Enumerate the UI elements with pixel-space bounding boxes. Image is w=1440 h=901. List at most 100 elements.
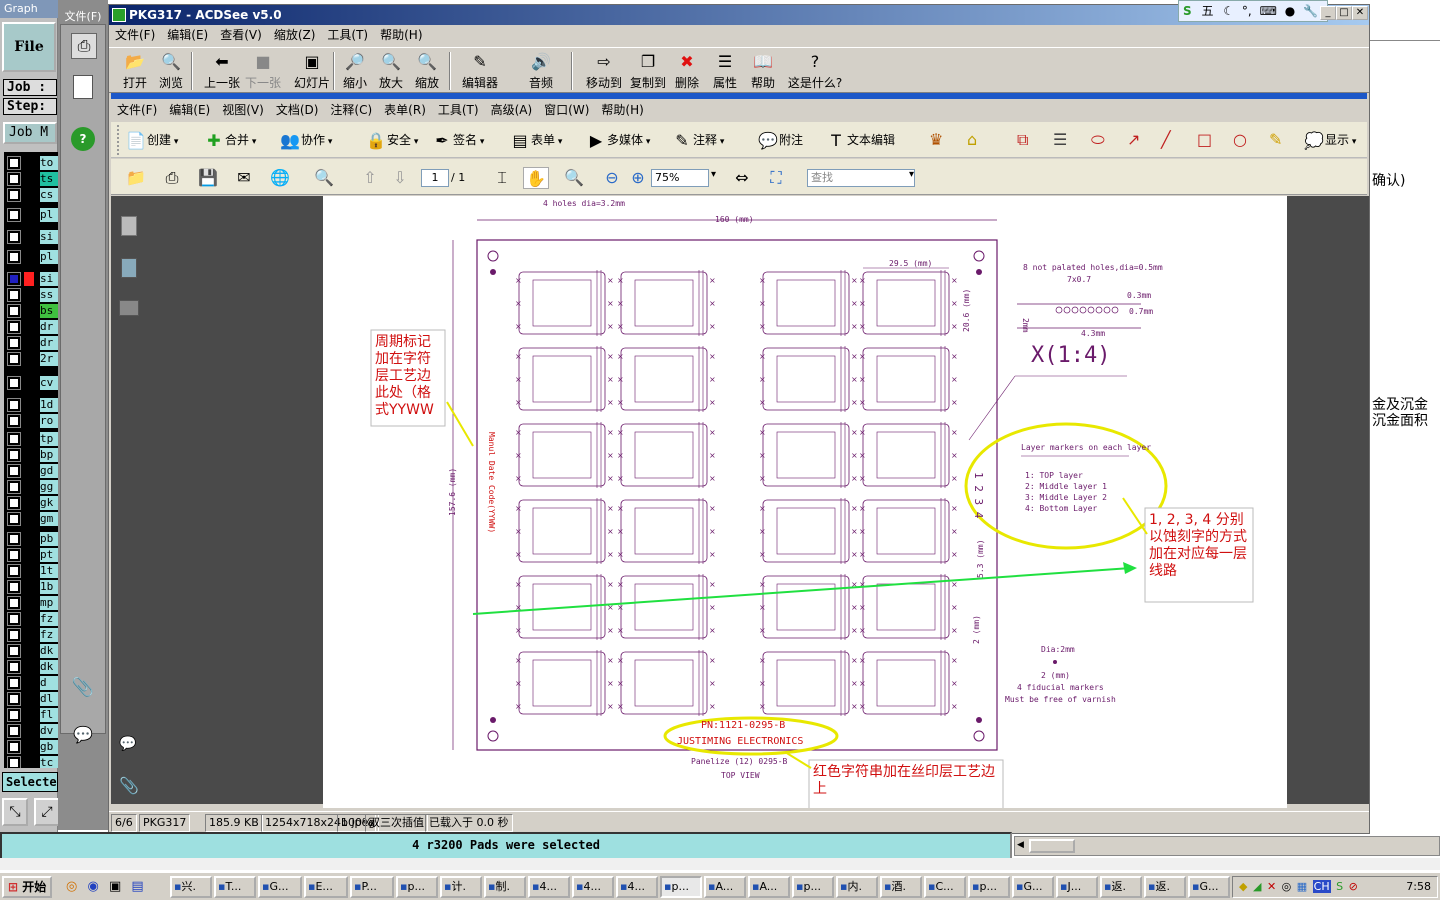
layer-checkbox[interactable] [7,336,21,350]
search-doc-icon[interactable]: 🔍 [311,167,337,189]
combine-tool-button[interactable]: ✚ 合并 ▾ [203,128,256,152]
select-text-icon[interactable]: ⌶ [489,167,515,189]
whats-this-button[interactable]: ? 这是什么? [785,50,845,92]
editor-button[interactable]: ✎ 编辑器 [457,50,503,92]
acdsee-menu-item[interactable]: 文件(F) [115,28,155,42]
textbox-icon[interactable]: ☰ [1053,128,1067,152]
quick-launch-icon[interactable]: ▤ [131,879,143,894]
next-page-icon[interactable]: ⇩ [387,167,413,189]
taskbar-button[interactable]: ▪4... [572,876,614,898]
next-button[interactable]: ■ 下一张 [245,50,281,92]
layer-checkbox[interactable] [7,288,21,302]
cad-file-button[interactable]: File [2,22,56,72]
cad-layer-row[interactable]: tc [6,756,58,768]
taskbar-button[interactable]: ▪制. [484,876,526,898]
taskbar-button[interactable]: ▪T... [214,876,256,898]
attachments-paperclip-icon[interactable]: 📎 [119,776,141,796]
taskbar-button[interactable]: ▪p... [660,876,702,898]
cad-measure-tool-icon[interactable]: ⤢ [34,798,60,826]
chevron-down-icon[interactable]: ▾ [325,137,333,147]
comment-tool-button[interactable]: ✎ 注释 ▾ [671,128,724,152]
show-tool-button[interactable]: 💭显示 ▾ [1303,128,1356,152]
layer-checkbox[interactable] [7,644,21,658]
cad-layer-row[interactable]: fz [6,628,58,642]
cad-layer-row[interactable]: gg [6,480,58,494]
text-edit-tool-button[interactable]: T 文本编辑 [825,128,895,152]
oval-icon[interactable]: ○ [1233,128,1247,152]
minimize-button[interactable]: _ [1320,6,1336,20]
acdsee-menu-item[interactable]: 编辑(E) [167,28,208,42]
reader-menu-item[interactable]: 编辑(E) [169,103,210,117]
chevron-down-icon[interactable]: ▾ [1349,137,1357,147]
slideshow-button[interactable]: ▣ 幻灯片 [289,50,335,92]
layer-checkbox[interactable] [7,496,21,510]
chevron-down-icon[interactable]: ▾ [249,137,257,147]
chevron-down-icon[interactable]: ▾ [411,137,419,147]
scrollbar-thumb[interactable] [1029,839,1075,853]
taskbar-button[interactable]: ▪兴. [170,876,212,898]
layer-checkbox[interactable] [7,414,21,428]
line-icon[interactable]: ╱ [1161,128,1171,152]
wrench-icon[interactable]: 🔧 [1303,4,1318,18]
layer-checkbox[interactable] [7,432,21,446]
layer-checkbox[interactable] [7,398,21,412]
multimedia-tool-button[interactable]: ▶ 多媒体 ▾ [585,128,651,152]
help-circle-icon[interactable]: ? [71,127,95,151]
taskbar-button[interactable]: ▪p... [396,876,438,898]
cad-layer-row[interactable]: d [6,676,58,690]
cad-layer-row[interactable]: cv [6,376,58,390]
hand-tool-icon[interactable]: ✋ [523,167,549,189]
taskbar-button[interactable]: ▪A... [704,876,746,898]
taskbar-button[interactable]: ▪酒. [880,876,922,898]
layer-checkbox[interactable] [7,692,21,706]
acdsee-menu-item[interactable]: 帮助(H) [380,28,422,42]
tray-icon[interactable]: ⊘ [1349,880,1358,893]
layer-checkbox[interactable] [7,532,21,546]
taskbar-button[interactable]: ▪J... [1056,876,1098,898]
form-tool-button[interactable]: ▤ 表单 ▾ [509,128,562,152]
taskbar-button[interactable]: ▪内. [836,876,878,898]
comments-panel-icon[interactable]: 💬 [119,736,141,754]
page-icon[interactable] [73,75,93,99]
zoom-button[interactable]: 🔍 缩放 [409,50,445,92]
zoom-tool-icon[interactable]: 🔍 [561,167,587,189]
reader-menu-item[interactable]: 高级(A) [491,103,533,117]
note-tool-button[interactable]: 💬附注 [757,128,803,152]
reader-menu-item[interactable]: 文档(D) [276,103,319,117]
layer-checkbox[interactable] [7,756,21,768]
cloud-icon[interactable]: ⬭ [1091,128,1105,152]
taskbar-button[interactable]: ▪4... [528,876,570,898]
tray-icon[interactable]: ◢ [1253,880,1261,893]
highlight-icon[interactable]: ⌂ [967,128,977,152]
folder-open-button[interactable]: 📂 打开 [117,50,153,92]
layer-checkbox[interactable] [7,448,21,462]
layer-checkbox[interactable] [7,172,21,186]
zoom-level-select[interactable]: 75% [651,169,709,187]
language-indicator[interactable]: CH [1312,880,1331,893]
layer-checkbox[interactable] [7,188,21,202]
ime-toolbar[interactable]: S 五 ☾ °, ⌨ ● 🔧 [1178,0,1328,22]
cad-layer-row[interactable]: 1b [6,580,58,594]
arrow-icon[interactable]: ↗ [1127,128,1140,152]
layer-checkbox[interactable] [7,612,21,626]
web-icon[interactable]: 🌐 [267,167,293,189]
cad-layer-row[interactable]: bp [6,448,58,462]
layer-checkbox[interactable] [7,708,21,722]
page-number-input[interactable]: 1 [421,169,449,187]
chevron-down-icon[interactable]: ▾ [909,169,914,180]
layer-checkbox[interactable] [7,464,21,478]
cad-layer-row[interactable]: bs [6,304,58,318]
callout-icon[interactable]: ⧉ [1017,128,1028,152]
scroll-left-icon[interactable]: ◀ [1017,840,1024,850]
layer-checkbox[interactable] [7,320,21,334]
chevron-down-icon[interactable]: ▾ [717,137,725,147]
reader-menu-item[interactable]: 注释(C) [330,103,372,117]
taskbar-button[interactable]: ▪返. [1100,876,1142,898]
quick-launch-icon[interactable]: ◎ [66,879,77,894]
taskbar-button[interactable]: ▪G... [258,876,302,898]
find-input[interactable]: 查找 [807,169,915,187]
acdsee-menu-item[interactable]: 缩放(Z) [274,28,316,42]
layer-checkbox[interactable] [7,596,21,610]
layer-checkbox[interactable] [7,230,21,244]
layer-checkbox[interactable] [7,156,21,170]
